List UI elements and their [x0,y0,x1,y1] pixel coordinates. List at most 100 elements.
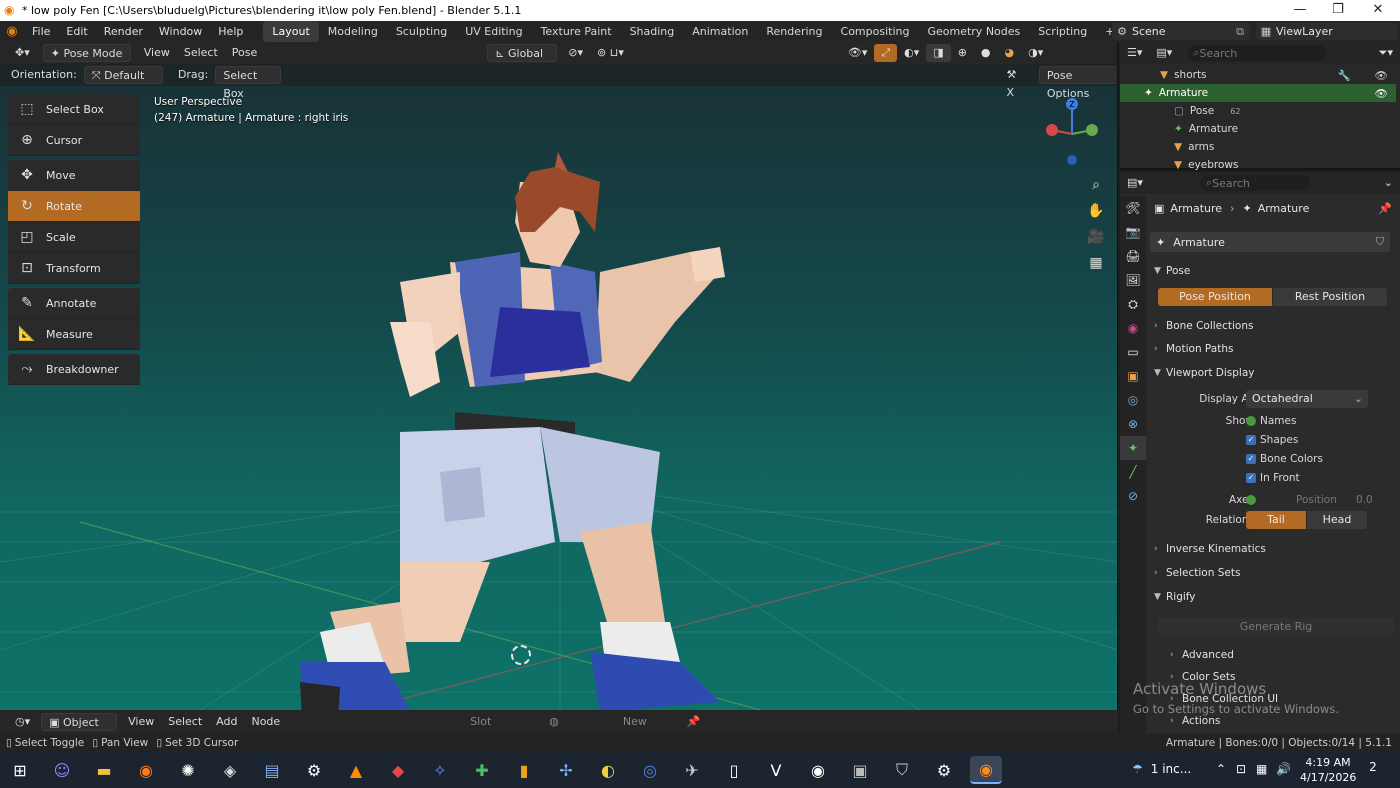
tray-device-icon[interactable]: ⊡ [1236,762,1246,776]
menu-view[interactable]: View [137,44,177,62]
overlay-toggle-icon[interactable]: ◐▾ [897,44,926,62]
tab-sculpting[interactable]: Sculpting [387,21,456,42]
tab-modeling[interactable]: Modeling [319,21,387,42]
relations-head-button[interactable]: Head [1307,511,1367,529]
perspective-grid-icon[interactable]: ▦ [1085,252,1107,274]
menu-help[interactable]: Help [210,21,251,42]
tool-annotate[interactable]: ✎ Annotate [8,288,140,319]
editor-type-icon[interactable]: ✥▾ [8,44,37,62]
output-tab-icon[interactable]: 🖨 [1120,244,1146,268]
timeline-menu-node[interactable]: Node [244,713,287,731]
filter-icon[interactable]: ⏷▾ [1372,44,1400,62]
orientation-dropdown[interactable]: ⤧ Default [83,66,163,84]
timeline-editor-type-icon[interactable]: ◷▾ [8,713,37,731]
windows-start-icon[interactable]: ⊞ [4,756,36,784]
constraints-tab-icon[interactable]: ⊗ [1120,412,1146,436]
tab-geometry-nodes[interactable]: Geometry Nodes [918,21,1029,42]
document-icon[interactable]: ▯ [718,756,750,784]
outliner-row-armature[interactable]: ✦ Armature 👁 [1120,84,1396,102]
scene-tab-icon[interactable]: ⛭ [1120,292,1146,316]
menu-edit[interactable]: Edit [58,21,95,42]
tool-options-icon[interactable]: ⚒ X [999,66,1032,99]
properties-search-input[interactable]: ⌕ Search [1199,175,1310,191]
tool-breakdowner[interactable]: ⤳ Breakdowner [8,354,140,385]
transform-orientation-dropdown[interactable]: ⊾ Global [487,44,558,62]
world-tab-icon[interactable]: ◉ [1120,316,1146,340]
tab-uv-editing[interactable]: UV Editing [456,21,531,42]
vlc-icon[interactable]: ▲ [340,756,372,784]
discord-icon[interactable]: ☺ [46,756,78,784]
relations-tail-button[interactable]: Tail [1246,511,1306,529]
shading-wireframe-icon[interactable]: ⊕ [951,44,974,62]
bone-constraints-tab-icon[interactable]: ⊘ [1120,484,1146,508]
tab-shading[interactable]: Shading [621,21,684,42]
display-mode-icon[interactable]: ▤▾ [1149,44,1179,62]
menu-window[interactable]: Window [151,21,210,42]
obs-icon[interactable]: ◉ [802,756,834,784]
armature-data-tab-icon[interactable]: ✦ [1120,436,1146,460]
eye-icon[interactable]: 👁 [1375,69,1388,82]
panel-selection-sets-header[interactable]: › Selection Sets [1154,562,1394,584]
steam-icon[interactable]: ⚙ [298,756,330,784]
cursor-app-icon[interactable]: ◈ [214,756,246,784]
tab-animation[interactable]: Animation [683,21,757,42]
outliner-row-arms[interactable]: ▼ arms [1120,138,1396,156]
zoom-icon[interactable]: ⌕ [1085,174,1107,196]
menu-file[interactable]: File [24,21,58,42]
menu-pose[interactable]: Pose [225,44,264,62]
position-value[interactable]: 0.0 [1356,494,1373,506]
outliner-editor-icon[interactable]: ☰▾ [1120,44,1149,62]
snap-icon[interactable]: ⊚ ⊔▾ [590,44,631,62]
slot-label[interactable]: Slot [463,713,498,731]
tab-compositing[interactable]: Compositing [832,21,919,42]
render-tab-icon[interactable]: 📷 [1120,220,1146,244]
app-shield-icon[interactable]: ⛉ [886,756,918,784]
panel-viewport-display-header[interactable]: ▼ Viewport Display [1154,362,1394,384]
volume-icon[interactable]: 🔊 [1276,762,1291,776]
mode-selector[interactable]: ✦ Pose Mode [42,44,131,62]
pose-position-button[interactable]: Pose Position [1158,288,1272,306]
panel-bone-collections-header[interactable]: › Bone Collections [1154,315,1394,337]
menu-render[interactable]: Render [96,21,151,42]
show-shapes-checkbox[interactable]: ✓ Shapes [1246,434,1298,446]
shading-solid-icon[interactable]: ● [974,44,998,62]
tab-rendering[interactable]: Rendering [757,21,831,42]
pin-icon[interactable]: ⧉ [1236,25,1244,39]
tool-measure[interactable]: 📐 Measure [8,319,140,350]
camera-icon[interactable]: 🎥 [1085,226,1107,248]
pose-options-dropdown[interactable]: Pose Options [1038,66,1117,100]
app-star-icon[interactable]: ✢ [550,756,582,784]
3d-viewport[interactable]: ✥▾ ✦ Pose Mode View Select Pose ⊾ Global… [0,42,1118,710]
properties-options-icon[interactable]: ⌄ [1377,174,1400,192]
tab-texture-paint[interactable]: Texture Paint [532,21,621,42]
physics-tab-icon[interactable]: ◎ [1120,388,1146,412]
object-tab-icon[interactable]: ▣ [1120,364,1146,388]
tray-chevron-icon[interactable]: ⌃ [1216,762,1226,776]
slot-browse-icon[interactable]: ◍ [542,713,566,731]
pin-properties-icon[interactable]: 📌 [1378,202,1392,215]
character-model[interactable] [290,122,750,710]
display-as-dropdown[interactable]: Octahedral ⌄ [1246,390,1368,408]
panel-pose-header[interactable]: ▼ Pose [1154,260,1394,282]
shading-material-icon[interactable]: ◕ [998,44,1022,62]
outliner-row-armature-data[interactable]: ✦ Armature [1120,120,1396,138]
app-green-icon[interactable]: ✚ [466,756,498,784]
rest-position-button[interactable]: Rest Position [1273,288,1387,306]
close-window-button[interactable]: ✕ [1358,0,1398,21]
firefox-icon[interactable]: ◉ [130,756,162,784]
maximize-button[interactable]: ❐ [1318,0,1358,21]
menu-select[interactable]: Select [177,44,225,62]
pin-action-icon[interactable]: 📌 [680,713,708,731]
collection-tab-icon[interactable]: ▭ [1120,340,1146,364]
show-in-front-checkbox[interactable]: ✓ In Front [1246,472,1300,484]
axes-toggle[interactable] [1246,494,1260,506]
xray-icon[interactable]: ◨ [926,44,951,62]
show-names-toggle[interactable]: Names [1246,415,1296,427]
app-blue-icon[interactable]: ✧ [424,756,456,784]
app-window-icon[interactable]: ▣ [844,756,876,784]
panel-inverse-kinematics-header[interactable]: › Inverse Kinematics [1154,538,1394,560]
notification-center-icon[interactable]: 2 [1362,760,1384,780]
pan-hand-icon[interactable]: ✋ [1085,200,1107,222]
tool-cursor[interactable]: ⊕ Cursor [8,125,140,156]
gizmo-neg-z-axis[interactable] [1067,155,1077,165]
